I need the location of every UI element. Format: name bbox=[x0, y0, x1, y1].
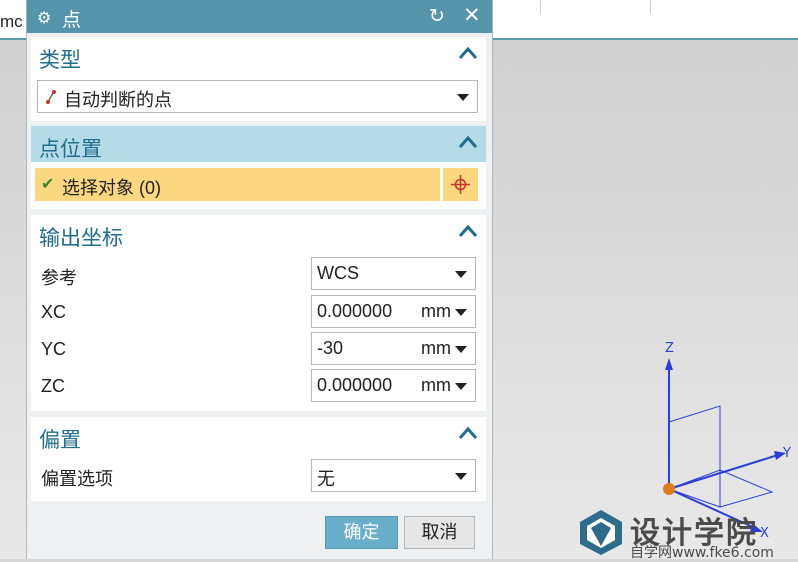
watermark: 设计学院 自学网www.fke6.com bbox=[578, 506, 798, 561]
offset-option-dropdown[interactable]: 无 bbox=[311, 459, 476, 492]
yc-value[interactable]: -30 bbox=[317, 338, 343, 359]
point-dialog-button[interactable] bbox=[443, 168, 478, 201]
reset-icon[interactable]: ↻ bbox=[429, 5, 445, 28]
point-dialog: ⚙ 点 ↻ ✕ 类型 自动判断的点 点位置 ✔ 选择对象 (0) 输出坐标 参考… bbox=[26, 0, 493, 559]
zc-value[interactable]: 0.000000 bbox=[317, 375, 392, 396]
xc-value[interactable]: 0.000000 bbox=[317, 301, 392, 322]
z-axis-label: Z bbox=[665, 341, 674, 356]
chevron-down-icon bbox=[457, 94, 469, 101]
xc-label: XC bbox=[41, 302, 67, 322]
offset-section-header[interactable]: 偏置 bbox=[31, 417, 486, 453]
xc-input[interactable]: 0.000000 mm bbox=[311, 295, 476, 328]
app-tab-text[interactable]: mc bbox=[0, 12, 23, 32]
gear-icon[interactable]: ⚙ bbox=[37, 8, 51, 28]
close-icon[interactable]: ✕ bbox=[463, 3, 481, 28]
select-object-row[interactable]: ✔ 选择对象 (0) bbox=[35, 168, 440, 201]
yc-unit: mm bbox=[421, 338, 451, 358]
chevron-down-icon[interactable] bbox=[455, 309, 467, 316]
point-type-dropdown[interactable]: 自动判断的点 bbox=[37, 80, 478, 113]
point-position-title: 点位置 bbox=[39, 138, 102, 161]
type-section-title: 类型 bbox=[39, 49, 81, 72]
chevron-down-icon[interactable] bbox=[455, 346, 467, 353]
output-coordinates-section: 输出坐标 参考 WCS XC 0.000000 mm YC -30 mm ZC … bbox=[31, 215, 486, 411]
point-position-header[interactable]: 点位置 bbox=[31, 126, 486, 162]
output-coordinates-title: 输出坐标 bbox=[39, 227, 123, 250]
chevron-up-icon[interactable] bbox=[458, 425, 478, 441]
toolbar-divider bbox=[540, 0, 541, 14]
yc-input[interactable]: -30 mm bbox=[311, 332, 476, 365]
y-axis-label: Y bbox=[782, 446, 791, 461]
select-object-label: 选择对象 (0) bbox=[62, 178, 161, 198]
checkmark-icon: ✔ bbox=[41, 176, 55, 193]
chevron-up-icon[interactable] bbox=[458, 223, 478, 239]
type-section: 类型 自动判断的点 bbox=[31, 37, 486, 121]
chevron-down-icon[interactable] bbox=[455, 383, 467, 390]
chevron-down-icon bbox=[455, 271, 467, 278]
watermark-logo-icon bbox=[580, 510, 622, 555]
chevron-down-icon bbox=[455, 473, 467, 480]
chevron-up-icon[interactable] bbox=[458, 134, 478, 150]
chevron-up-icon[interactable] bbox=[458, 45, 478, 61]
zc-unit: mm bbox=[419, 375, 451, 396]
reference-dropdown[interactable]: WCS bbox=[311, 257, 476, 290]
zc-input[interactable]: 0.000000 mm bbox=[311, 369, 476, 402]
point-type-value: 自动判断的点 bbox=[64, 90, 172, 110]
toolbar-divider bbox=[650, 0, 651, 14]
watermark-subtitle: 自学网www.fke6.com bbox=[630, 545, 774, 561]
ok-button[interactable]: 确定 bbox=[325, 516, 398, 549]
zc-label: ZC bbox=[41, 376, 65, 396]
crosshair-icon bbox=[451, 175, 470, 194]
offset-option-value: 无 bbox=[317, 469, 335, 489]
dialog-title: 点 bbox=[62, 10, 82, 31]
yc-label: YC bbox=[41, 339, 67, 359]
offset-section-title: 偏置 bbox=[39, 429, 81, 452]
offset-option-label: 偏置选项 bbox=[41, 469, 113, 489]
offset-section: 偏置 偏置选项 无 bbox=[31, 417, 486, 501]
reference-value: WCS bbox=[317, 263, 359, 283]
cancel-button[interactable]: 取消 bbox=[404, 516, 475, 549]
reference-label: 参考 bbox=[41, 268, 77, 288]
point-position-section: 点位置 ✔ 选择对象 (0) bbox=[31, 126, 486, 209]
type-section-header[interactable]: 类型 bbox=[31, 37, 486, 73]
output-coordinates-header[interactable]: 输出坐标 bbox=[31, 215, 486, 251]
xc-unit: mm bbox=[419, 301, 451, 322]
origin-point bbox=[663, 483, 675, 495]
inferred-point-icon bbox=[46, 90, 56, 104]
dialog-titlebar[interactable]: ⚙ 点 ↻ ✕ bbox=[27, 0, 492, 33]
